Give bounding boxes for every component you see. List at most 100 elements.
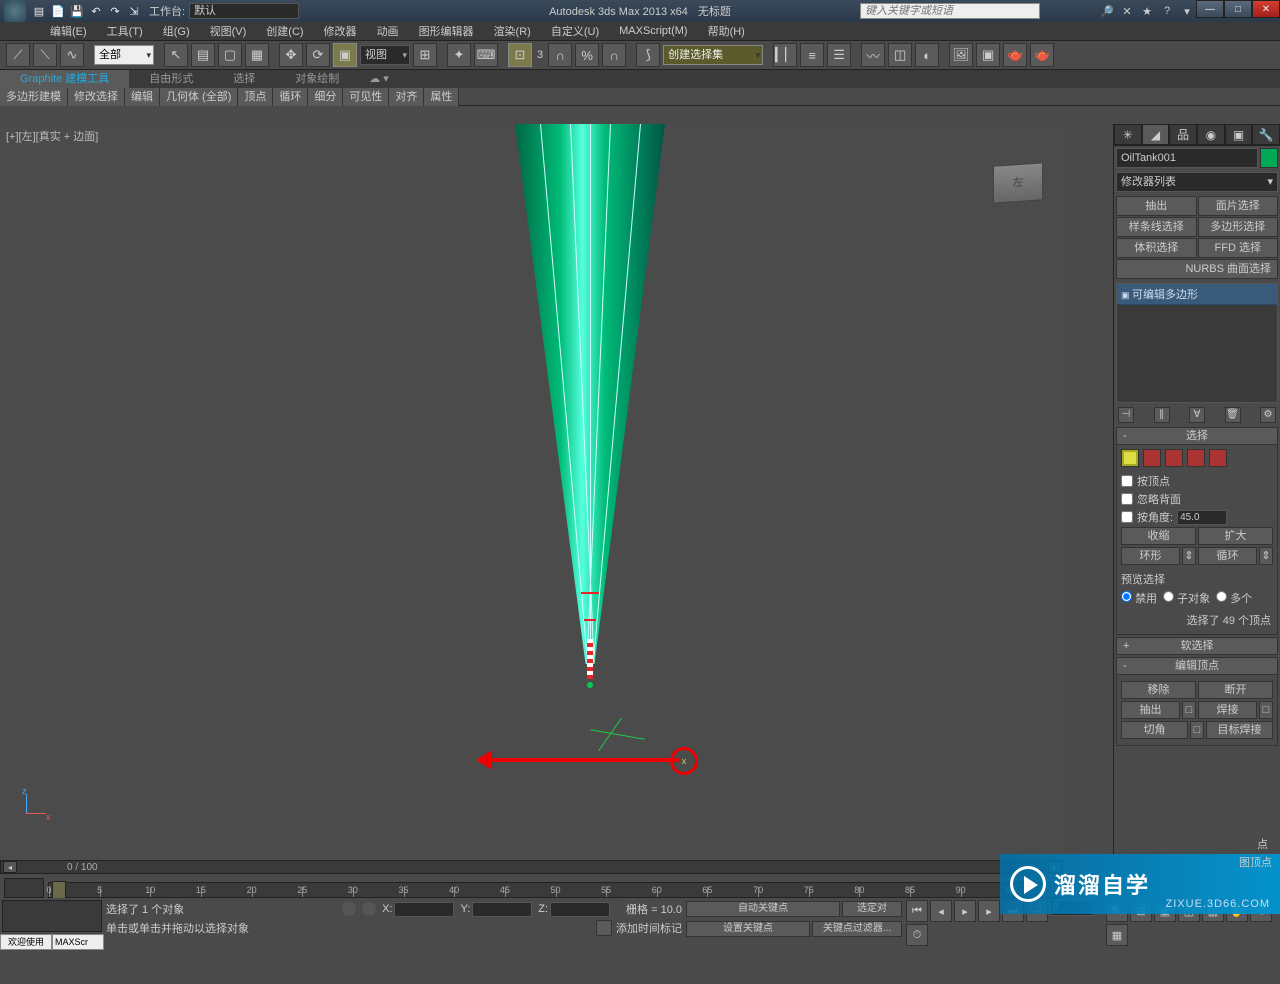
window-cross-icon[interactable]: ▦ — [245, 43, 269, 67]
break-button[interactable]: 断开 — [1198, 681, 1273, 699]
extrude-opt[interactable]: □ — [1182, 701, 1196, 719]
render-icon[interactable]: 🫖 — [1003, 43, 1027, 67]
ring-spin[interactable]: ⇕ — [1182, 547, 1196, 565]
shrink-button[interactable]: 收缩 — [1121, 527, 1196, 545]
move-icon[interactable]: ✥ — [279, 43, 303, 67]
btn-ffdsel[interactable]: FFD 选择 — [1198, 238, 1279, 258]
spinner-snap-icon[interactable]: ∩ — [602, 43, 626, 67]
snap-2d-icon[interactable]: ⊡ — [508, 43, 532, 67]
minimize-button[interactable]: — — [1196, 0, 1224, 18]
time-config-icon[interactable]: ⏱ — [906, 924, 928, 946]
btn-volsel[interactable]: 体积选择 — [1116, 238, 1197, 258]
loop-spin[interactable]: ⇕ — [1259, 547, 1273, 565]
chamfer-button[interactable]: 切角 — [1121, 721, 1188, 739]
weld-opt[interactable]: □ — [1259, 701, 1273, 719]
y-field[interactable] — [472, 902, 532, 917]
bind-icon[interactable]: ∿ — [60, 43, 84, 67]
by-angle-check[interactable]: 按角度: — [1121, 509, 1173, 525]
unlink-icon[interactable]: ⟍ — [33, 43, 57, 67]
subobj-element-icon[interactable] — [1209, 449, 1227, 467]
timeline-ruler[interactable]: 0510152025303540455055606570758085909510… — [48, 882, 1063, 898]
ref-coord-dropdown[interactable]: 视图 — [360, 45, 410, 65]
layers-icon[interactable]: ☰ — [827, 43, 851, 67]
chamfer-opt[interactable]: □ — [1190, 721, 1204, 739]
rollout-selection-header[interactable]: 选择 — [1116, 427, 1278, 445]
angle-spinner[interactable]: 45.0 — [1177, 510, 1227, 525]
panel-polymodel[interactable]: 多边形建模 — [0, 88, 68, 106]
render-setup-icon[interactable]: 🖼 — [949, 43, 973, 67]
viewport[interactable]: [+][左][真实 + 边面] 左 x zx — [0, 124, 1063, 860]
select-region-icon[interactable]: ▢ — [218, 43, 242, 67]
by-vertex-check[interactable]: 按顶点 — [1121, 473, 1273, 489]
play-icon[interactable]: ▸ — [954, 900, 976, 922]
tab-selection[interactable]: 选择 — [213, 70, 275, 88]
link-icon[interactable]: ⟋ — [6, 43, 30, 67]
keyboard-icon[interactable]: ⌨ — [474, 43, 498, 67]
help-icon[interactable]: ? — [1159, 3, 1175, 19]
qat-new-icon[interactable]: ▤ — [30, 2, 48, 20]
qat-open-icon[interactable]: 📄 — [49, 2, 67, 20]
z-field[interactable] — [550, 902, 610, 917]
rotate-icon[interactable]: ⟳ — [306, 43, 330, 67]
remove-mod-icon[interactable]: 🗑 — [1225, 407, 1241, 423]
transform-gizmo[interactable] — [590, 714, 650, 774]
time-tag-icon[interactable] — [596, 920, 612, 936]
weld-button[interactable]: 焊接 — [1198, 701, 1257, 719]
tab-create-icon[interactable]: ✳ — [1114, 124, 1142, 145]
ribbon-toggle-icon[interactable]: ☁ ▾ — [359, 70, 399, 88]
subobj-border-icon[interactable] — [1165, 449, 1183, 467]
menu-views[interactable]: 视图(V) — [200, 23, 257, 39]
selection-filter-dropdown[interactable]: 全部 — [94, 45, 154, 65]
tab-paint[interactable]: 对象绘制 — [275, 70, 359, 88]
modifier-stack[interactable]: 可编辑多边形 — [1116, 283, 1278, 403]
maximize-button[interactable]: □ — [1224, 0, 1252, 18]
app-icon[interactable] — [4, 0, 26, 22]
show-end-icon[interactable]: ∥ — [1154, 407, 1170, 423]
target-weld-button[interactable]: 目标焊接 — [1206, 721, 1273, 739]
time-slider[interactable] — [52, 881, 66, 899]
x-field[interactable] — [394, 902, 454, 917]
percent-snap-icon[interactable]: % — [575, 43, 599, 67]
object-name-field[interactable]: OilTank001 — [1116, 148, 1258, 168]
tab-freeform[interactable]: 自由形式 — [129, 70, 213, 88]
tab-display-icon[interactable]: ▣ — [1225, 124, 1253, 145]
add-marker-label[interactable]: 添加时间标记 — [616, 920, 682, 936]
menu-modifiers[interactable]: 修改器 — [314, 23, 367, 39]
select-name-icon[interactable]: ▤ — [191, 43, 215, 67]
panel-visibility[interactable]: 可见性 — [343, 88, 389, 106]
dropdown-icon[interactable]: ▾ — [1179, 3, 1195, 19]
configure-icon[interactable]: ⚙ — [1260, 407, 1276, 423]
btn-extract[interactable]: 抽出 — [1116, 196, 1197, 216]
mirror-icon[interactable]: ▎▏ — [773, 43, 797, 67]
select-icon[interactable]: ↖ — [164, 43, 188, 67]
loop-button[interactable]: 循环 — [1198, 547, 1257, 565]
modifier-list-dropdown[interactable]: 修改器列表 — [1116, 172, 1278, 192]
remove-button[interactable]: 移除 — [1121, 681, 1196, 699]
favorite-icon[interactable]: ★ — [1139, 3, 1155, 19]
subobj-vertex-icon[interactable] — [1121, 449, 1139, 467]
qat-save-icon[interactable]: 💾 — [68, 2, 86, 20]
maxscript-input[interactable]: MAXScr — [52, 934, 104, 950]
panel-loop[interactable]: 循环 — [273, 88, 308, 106]
btn-facesel[interactable]: 面片选择 — [1198, 196, 1279, 216]
menu-render[interactable]: 渲染(R) — [484, 23, 541, 39]
ring-button[interactable]: 环形 — [1121, 547, 1180, 565]
tab-modify-icon[interactable]: ◢ — [1142, 124, 1170, 145]
grow-button[interactable]: 扩大 — [1198, 527, 1273, 545]
time-range-bar[interactable]: ◂ 0 / 100 ▸ — [0, 860, 1063, 874]
preview-off-radio[interactable]: 禁用 — [1121, 590, 1157, 606]
prev-frame-icon[interactable]: ◂ — [930, 900, 952, 922]
timeline-thumb[interactable] — [4, 878, 44, 898]
rendered-frame-icon[interactable]: ▣ — [976, 43, 1000, 67]
scale-icon[interactable]: ▣ — [333, 43, 357, 67]
render-prod-icon[interactable]: 🫖 — [1030, 43, 1054, 67]
workspace-dropdown[interactable]: 默认 — [189, 3, 299, 19]
object-color-swatch[interactable] — [1260, 148, 1278, 168]
panel-modifysel[interactable]: 修改选择 — [68, 88, 125, 106]
lock-icon[interactable] — [342, 902, 356, 916]
menu-graph[interactable]: 图形编辑器 — [409, 23, 484, 39]
qat-redo-icon[interactable]: ↷ — [106, 2, 124, 20]
pivot-icon[interactable]: ⊞ — [413, 43, 437, 67]
schematic-icon[interactable]: ◫ — [888, 43, 912, 67]
qat-undo-icon[interactable]: ↶ — [87, 2, 105, 20]
